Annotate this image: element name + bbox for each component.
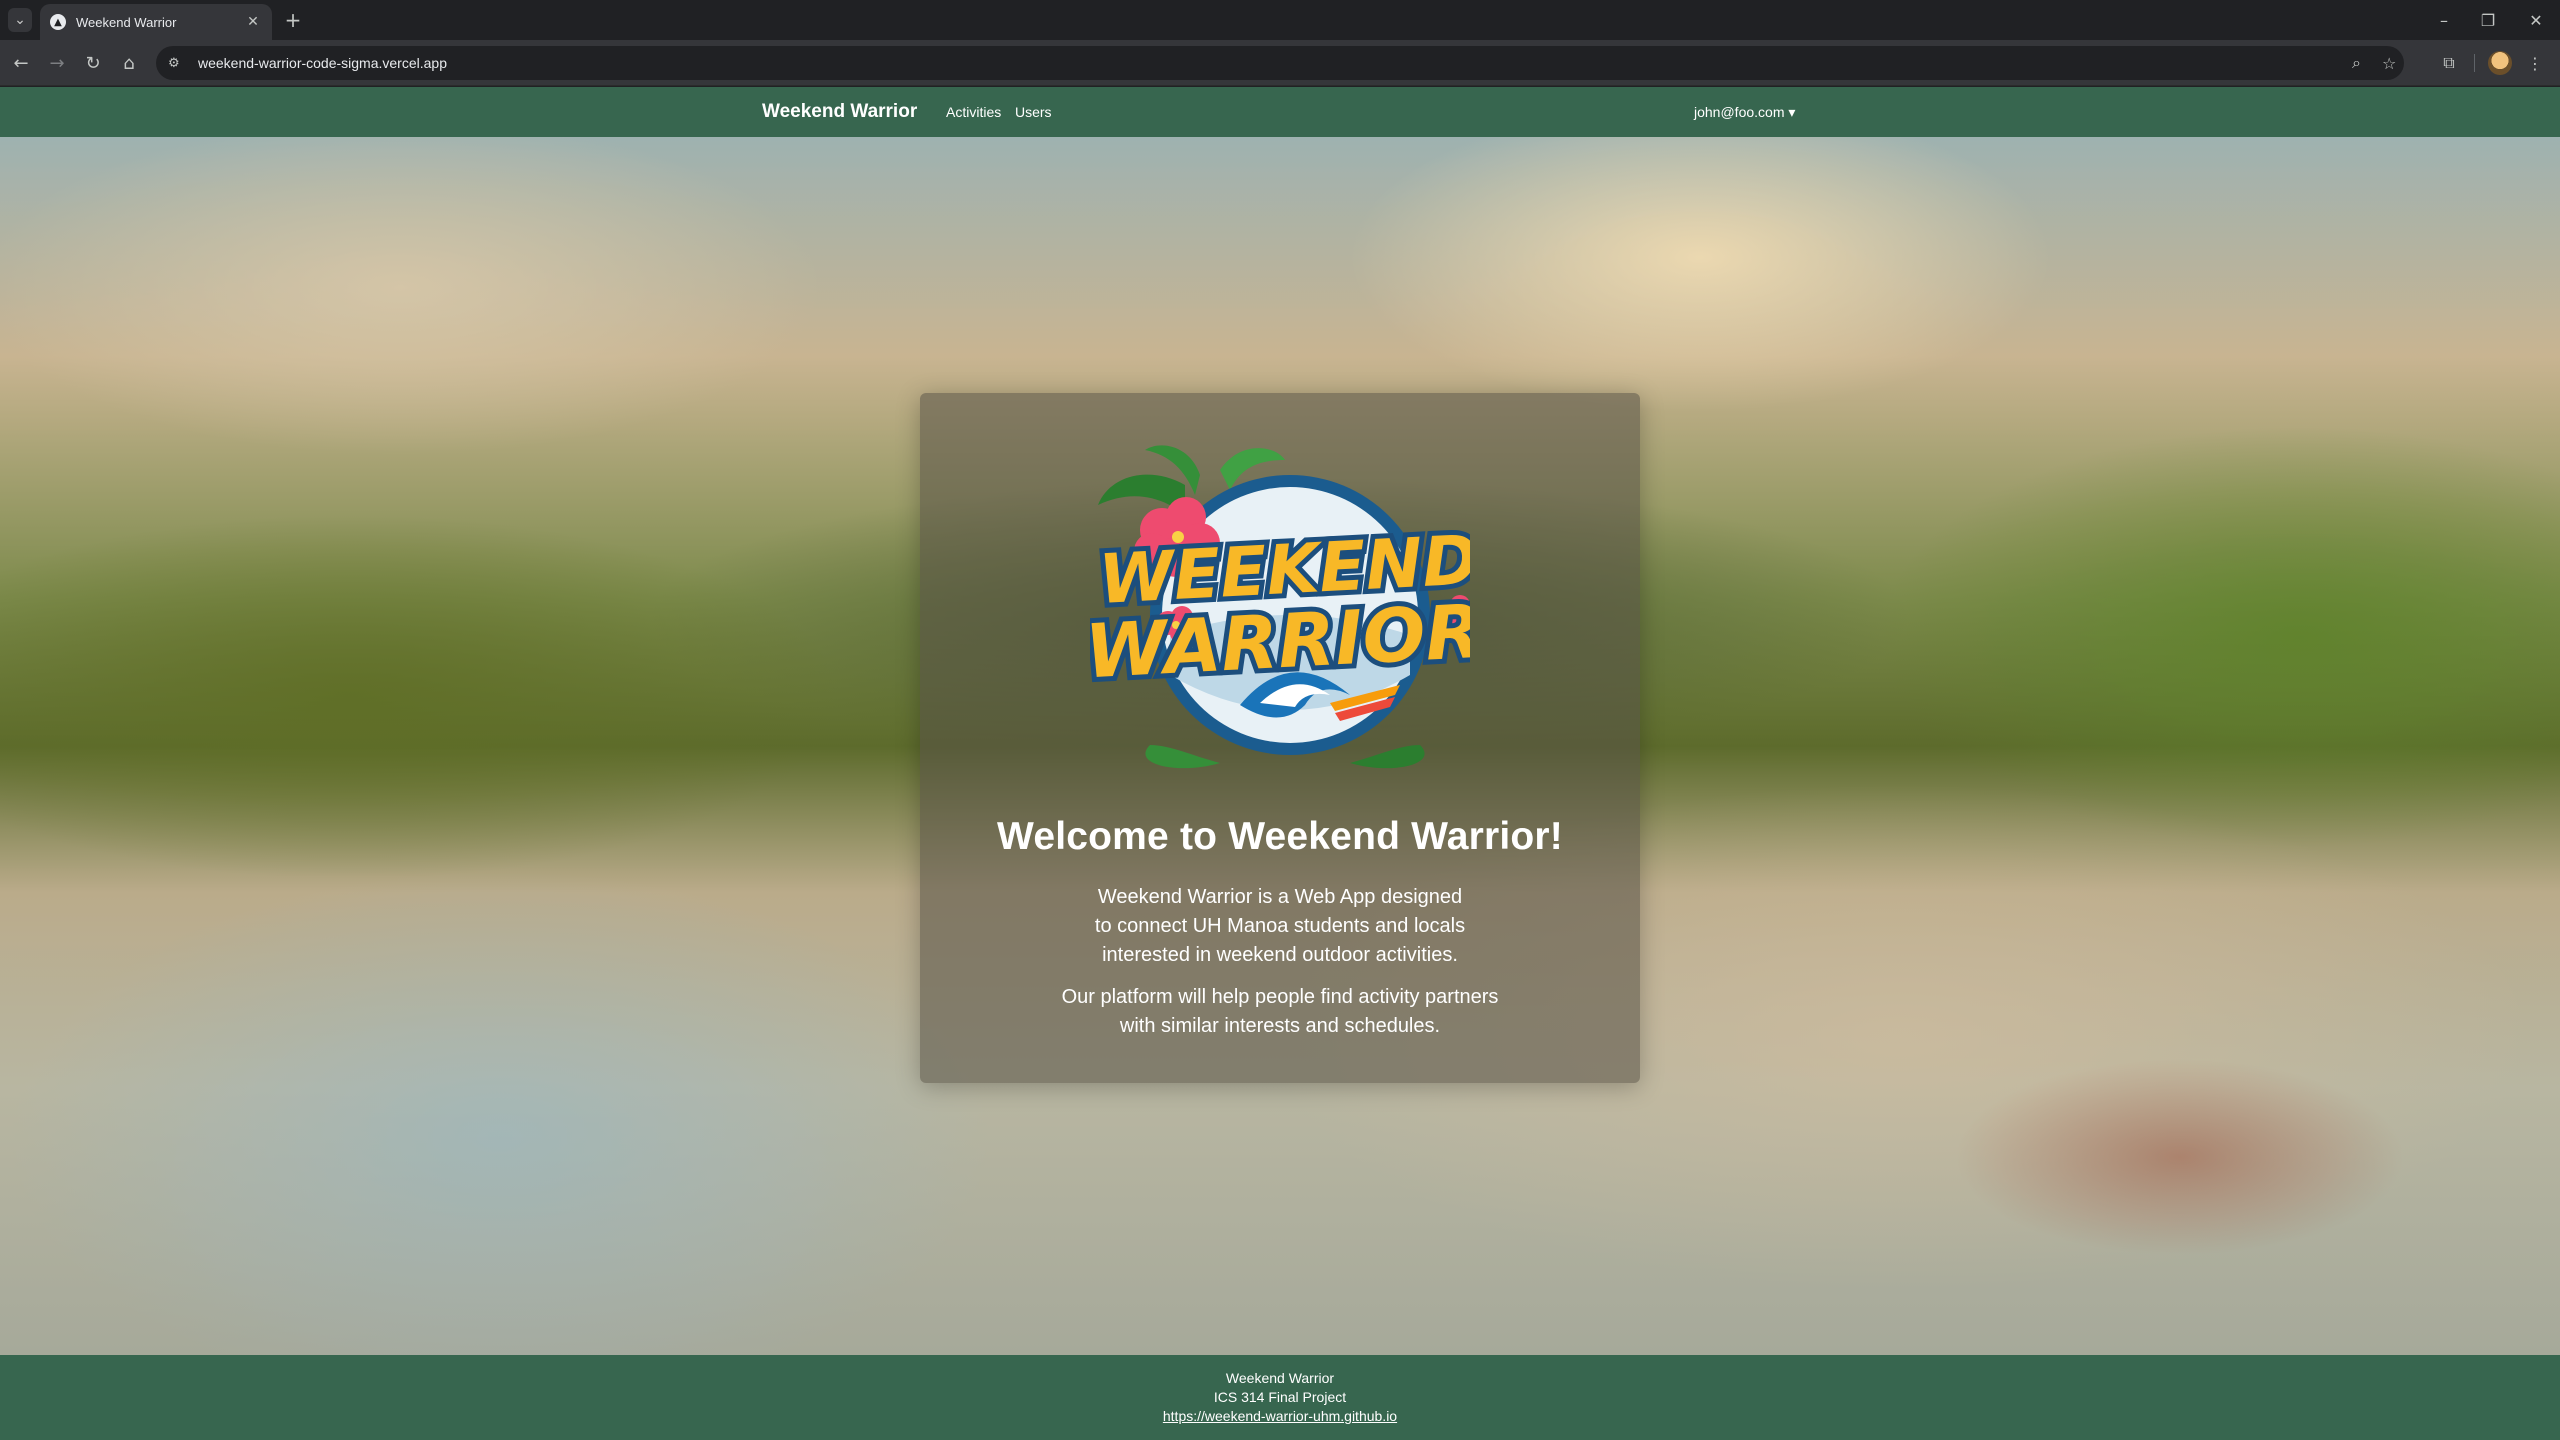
- site-footer: Weekend Warrior ICS 314 Final Project ht…: [0, 1355, 2560, 1440]
- forward-icon[interactable]: →: [44, 50, 70, 76]
- intro-line-2: to connect UH Manoa students and locals: [1094, 915, 1466, 937]
- browser-tab-strip: ⌄ ▲ Weekend Warrior ✕ + – ❐ ✕: [0, 0, 2560, 40]
- browser-toolbar: ← → ↻ ⌂ ⚙ weekend-warrior-code-sigma.ver…: [0, 40, 2560, 86]
- site-info-icon[interactable]: ⚙: [168, 56, 190, 71]
- restore-window-icon[interactable]: ❐: [2466, 6, 2510, 34]
- hero-background: WEEKEND WEEKEND WARRIOR WARRIOR Welcome …: [0, 137, 2560, 1355]
- footer-github-link[interactable]: https://weekend-warrior-uhm.github.io: [1163, 1408, 1397, 1424]
- minimize-window-icon[interactable]: –: [2422, 6, 2466, 34]
- platform-line-2: with similar interests and schedules.: [1119, 1015, 1441, 1037]
- close-tab-icon[interactable]: ✕: [244, 14, 262, 30]
- extensions-icon[interactable]: ⧉: [2436, 50, 2462, 76]
- tab-search-chevron-icon[interactable]: ⌄: [8, 8, 32, 32]
- back-icon[interactable]: ←: [8, 50, 34, 76]
- toolbar-divider: [2474, 54, 2475, 72]
- footer-name: Weekend Warrior: [1225, 1370, 1335, 1386]
- brand-link[interactable]: Weekend Warrior: [762, 101, 917, 123]
- vercel-favicon-icon: ▲: [50, 14, 66, 30]
- new-tab-icon[interactable]: +: [282, 8, 304, 32]
- intro-line-1: Weekend Warrior is a Web App designed: [1097, 886, 1463, 908]
- user-dropdown[interactable]: john@foo.com ▾: [1694, 104, 1795, 121]
- zoom-icon[interactable]: ⌕: [2352, 46, 2361, 80]
- web-page: Weekend Warrior Activities Users john@fo…: [0, 87, 2560, 1440]
- platform-paragraph: Our platform will help people find activ…: [920, 983, 1640, 1041]
- welcome-title: Welcome to Weekend Warrior!: [997, 815, 1563, 858]
- footer-course: ICS 314 Final Project: [1213, 1389, 1347, 1405]
- home-icon[interactable]: ⌂: [116, 50, 142, 76]
- intro-paragraph: Weekend Warrior is a Web App designed to…: [920, 883, 1640, 970]
- nav-link-activities[interactable]: Activities: [946, 104, 1001, 120]
- welcome-card: WEEKEND WEEKEND WARRIOR WARRIOR Welcome …: [920, 393, 1640, 1083]
- browser-menu-icon[interactable]: ⋮: [2522, 50, 2548, 76]
- reload-icon[interactable]: ↻: [80, 50, 106, 76]
- address-url[interactable]: weekend-warrior-code-sigma.vercel.app: [198, 55, 447, 71]
- platform-line-1: Our platform will help people find activ…: [1061, 986, 1499, 1008]
- address-bar[interactable]: ⚙ weekend-warrior-code-sigma.vercel.app …: [156, 46, 2404, 80]
- tab-title: Weekend Warrior: [76, 14, 177, 30]
- browser-tab[interactable]: ▲ Weekend Warrior ✕: [40, 4, 272, 40]
- profile-avatar[interactable]: [2488, 51, 2512, 75]
- bookmark-star-icon[interactable]: ☆: [2382, 46, 2396, 80]
- intro-line-3: interested in weekend outdoor activities…: [1102, 944, 1458, 966]
- weekend-warrior-logo: WEEKEND WEEKEND WARRIOR WARRIOR: [1090, 445, 1470, 769]
- close-window-icon[interactable]: ✕: [2514, 6, 2558, 34]
- site-navbar: Weekend Warrior Activities Users john@fo…: [0, 87, 2560, 137]
- nav-link-users[interactable]: Users: [1015, 104, 1052, 120]
